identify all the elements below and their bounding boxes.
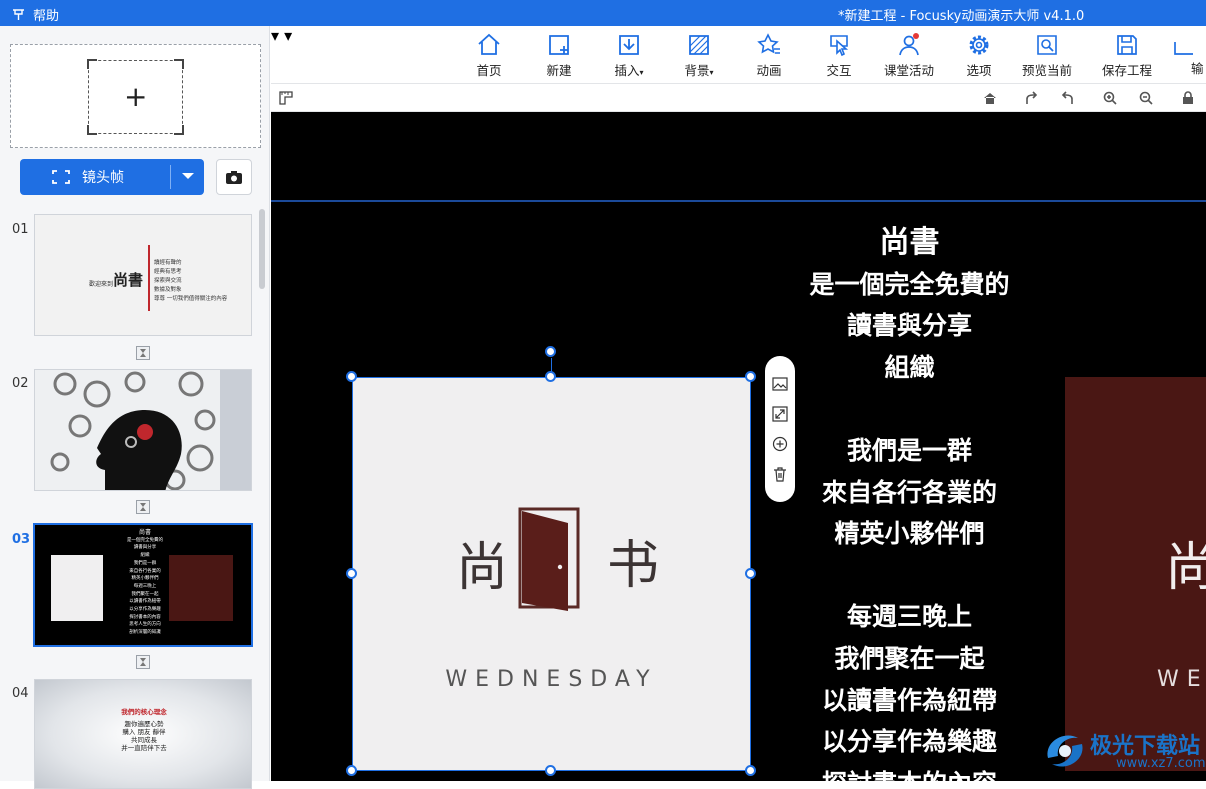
screenshot-button[interactable] <box>216 159 252 195</box>
frame-icon <box>52 170 70 184</box>
classroom-icon <box>899 33 919 56</box>
gears-head-image <box>35 370 251 490</box>
floating-edit-bar <box>765 356 795 502</box>
site-watermark: 极光下载站 www.xz7.com <box>1034 722 1206 781</box>
slide-thumbnail-04[interactable]: 我們的核心理念 趣你遍歷心勢 購入 朋友 靜伴 共同成長 并一直陪伴下去 <box>34 679 252 789</box>
ruler-icon[interactable] <box>279 90 293 109</box>
transition-icon[interactable] <box>136 500 150 514</box>
save-icon <box>1117 35 1137 55</box>
lock-icon[interactable] <box>1181 90 1195 109</box>
resize-handle-ne[interactable] <box>745 371 756 382</box>
animation-star-icon <box>757 33 780 54</box>
help-menu[interactable]: 帮助 <box>12 5 59 24</box>
resize-handle-w[interactable] <box>346 568 357 579</box>
window-title: *新建工程 - Focusky动画演示大师 v4.1.0 <box>838 9 1085 24</box>
toolbar-options-button[interactable]: 选项 <box>944 32 1014 79</box>
resize-handle-se[interactable] <box>745 765 756 776</box>
resize-handle-nw[interactable] <box>346 371 357 382</box>
resize-handle-e[interactable] <box>745 568 756 579</box>
add-camera-frame-button[interactable]: 镜头帧 <box>20 159 204 195</box>
zoom-out-icon[interactable] <box>1139 90 1153 109</box>
slide-thumbnail-02[interactable] <box>34 369 252 491</box>
slide-thumbnail-01[interactable]: 歡迎來到 尚書 讀經有聲的 經典有思考 探索與交流 數據及對象 尊尊 一切我們值… <box>34 214 252 336</box>
slide-sidebar: + 镜头帧 01 歡迎來到 尚書 讀經有聲的 經典有思考 探索與交流 數據及對象… <box>0 26 270 789</box>
pin-icon <box>13 9 24 20</box>
canvas-subtoolbar <box>271 84 1206 112</box>
toolbar-classroom-button[interactable]: 课堂活动 <box>874 32 944 79</box>
toolbar-background-button[interactable]: 背景▾ <box>664 32 734 79</box>
save-dropdown-icon[interactable]: ▾ <box>284 26 292 45</box>
redo-icon[interactable] <box>1025 90 1039 109</box>
interaction-icon <box>830 35 849 57</box>
toolbar-insert-button[interactable]: 插入▾ <box>594 32 664 79</box>
expand-icon[interactable] <box>772 406 788 426</box>
resize-handle-s[interactable] <box>545 765 556 776</box>
chevron-down-icon[interactable] <box>182 173 194 179</box>
preview-icon <box>1037 35 1057 55</box>
slide-thumbnail-03[interactable]: 尚書 是一個完全免費的 讀書與分享 組織 我們是一群 來自各行各業的 精英小夥伴… <box>33 523 253 647</box>
selection-box <box>352 377 751 771</box>
transition-icon[interactable] <box>136 346 150 360</box>
toolbar-animation-button[interactable]: 动画 <box>734 32 804 79</box>
main-toolbar: 首页 新建 插入▾ 背景▾ 动画 交互 课堂活动 选项 预览当前 ▾ 保存工程 … <box>271 26 1206 84</box>
trash-icon[interactable] <box>772 466 788 486</box>
slide-text-block[interactable]: 尚書 是一個完全免費的 讀書與分享 組織 我們是一群 來自各行各業的 精英小夥伴… <box>757 222 1062 781</box>
toolbar-interaction-button[interactable]: 交互 <box>804 32 874 79</box>
frame-boundary-line <box>271 200 1206 202</box>
editing-canvas[interactable]: 尚書 是一個完全免費的 讀書與分享 組織 我們是一群 來自各行各業的 精英小夥伴… <box>271 112 1206 781</box>
frame-placeholder: + <box>87 59 184 135</box>
plus-icon: + <box>124 80 148 113</box>
home-icon <box>478 33 500 55</box>
add-circle-icon[interactable] <box>772 436 788 456</box>
slide-number: 02 <box>12 376 29 391</box>
gear-icon <box>969 35 989 55</box>
dark-logo-image[interactable]: 尚 WE <box>1065 377 1206 771</box>
resize-handle-n[interactable] <box>545 371 556 382</box>
export-icon <box>1174 42 1193 55</box>
slide-number: 01 <box>12 222 29 237</box>
preview-dropdown-icon[interactable]: ▾ <box>271 26 279 45</box>
background-icon <box>689 35 709 55</box>
sidebar-scrollbar[interactable] <box>259 209 265 289</box>
title-bar: 帮助 *新建工程 - Focusky动画演示大师 v4.1.0 <box>0 0 1206 26</box>
toolbar-new-button[interactable]: 新建 <box>524 32 594 79</box>
resize-handle-sw[interactable] <box>346 765 357 776</box>
slide-number: 04 <box>12 686 29 701</box>
transition-icon[interactable] <box>136 655 150 669</box>
frame-button-label: 镜头帧 <box>82 170 124 186</box>
add-frame-area[interactable]: + <box>10 44 261 148</box>
camera-icon <box>226 170 242 184</box>
replace-image-icon[interactable] <box>772 376 788 396</box>
home-view-icon[interactable] <box>983 90 997 109</box>
toolbar-save-button[interactable]: 保存工程 <box>1092 32 1162 79</box>
insert-icon <box>619 35 639 55</box>
help-menu-label: 帮助 <box>33 9 60 24</box>
toolbar-export-button[interactable]: 输 <box>1171 32 1206 77</box>
rotate-handle[interactable] <box>545 346 556 357</box>
undo-icon[interactable] <box>1060 90 1074 109</box>
watermark-logo-icon <box>1047 735 1083 767</box>
new-frame-icon <box>549 35 569 55</box>
slide-number: 03 <box>12 532 31 547</box>
toolbar-preview-button[interactable]: 预览当前 <box>1012 32 1082 79</box>
toolbar-home-button[interactable]: 首页 <box>454 32 524 79</box>
zoom-in-icon[interactable] <box>1103 90 1117 109</box>
